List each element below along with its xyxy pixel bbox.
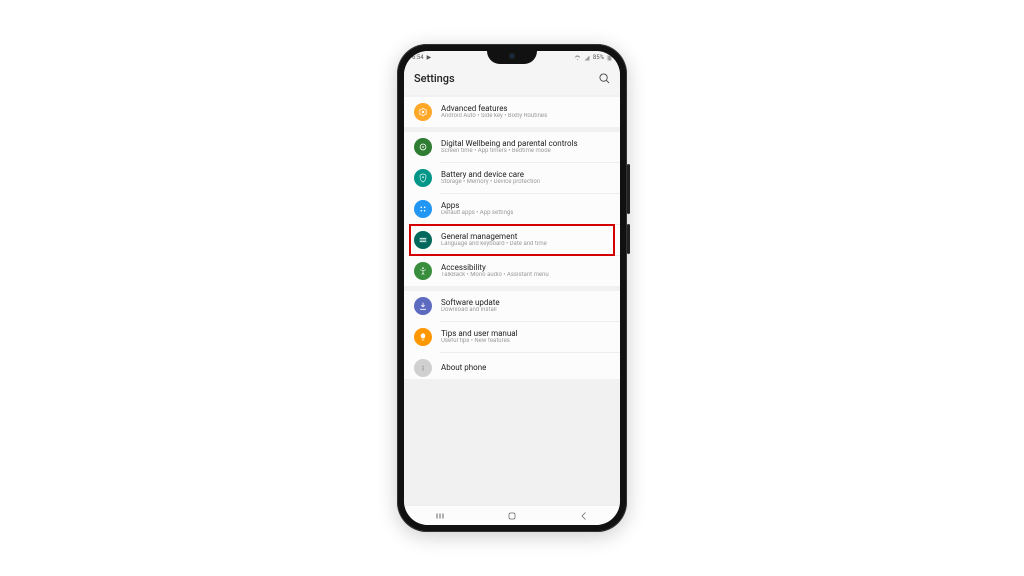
row-sub: Useful tips • New features: [441, 338, 518, 345]
row-digital-wellbeing[interactable]: Digital Wellbeing and parental controls …: [404, 132, 620, 162]
row-sub: Android Auto • Side key • Bixby Routines: [441, 113, 547, 120]
row-sub: Download and install: [441, 307, 500, 314]
search-icon[interactable]: [599, 73, 610, 84]
row-sub: Storage • Memory • Device protection: [441, 179, 540, 186]
screen: 6:54 ▶ 85% Settings: [404, 51, 620, 525]
settings-header: Settings: [404, 64, 620, 95]
row-title: Battery and device care: [441, 170, 540, 179]
notch: [487, 51, 537, 64]
phone-frame: 6:54 ▶ 85% Settings: [397, 44, 627, 532]
volume-button: [627, 164, 630, 214]
about-phone-icon: [414, 359, 432, 377]
software-update-icon: [414, 297, 432, 315]
play-icon: ▶: [427, 54, 432, 61]
row-battery-device-care[interactable]: Battery and device care Storage • Memory…: [404, 163, 620, 193]
digital-wellbeing-icon: [414, 138, 432, 156]
row-sub: TalkBack • Mono audio • Assistant menu: [441, 272, 549, 279]
recent-apps-icon[interactable]: [434, 510, 446, 522]
device-care-icon: [414, 169, 432, 187]
page-title: Settings: [414, 72, 455, 85]
row-apps[interactable]: Apps Default apps • App settings: [404, 194, 620, 224]
row-title: Accessibility: [441, 263, 549, 272]
row-accessibility[interactable]: Accessibility TalkBack • Mono audio • As…: [404, 256, 620, 286]
power-button: [627, 224, 630, 254]
back-icon[interactable]: [578, 510, 590, 522]
row-title: Digital Wellbeing and parental controls: [441, 139, 578, 148]
general-management-icon: [414, 231, 432, 249]
row-title: Tips and user manual: [441, 329, 518, 338]
row-general-management[interactable]: General management Language and keyboard…: [404, 225, 620, 255]
row-title: About phone: [441, 363, 486, 372]
settings-list: Advanced features Android Auto • Side ke…: [404, 95, 620, 505]
row-sub: Language and keyboard • Date and time: [441, 241, 547, 248]
accessibility-icon: [414, 262, 432, 280]
signal-icon: [584, 55, 590, 61]
row-title: General management: [441, 232, 547, 241]
row-title: Software update: [441, 298, 500, 307]
battery-label: 85%: [593, 54, 604, 61]
row-software-update[interactable]: Software update Download and install: [404, 291, 620, 321]
status-time: 6:54: [412, 54, 424, 61]
wifi-icon: [574, 55, 581, 61]
row-tips-manual[interactable]: Tips and user manual Useful tips • New f…: [404, 322, 620, 352]
home-icon[interactable]: [506, 510, 518, 522]
nav-bar: [404, 505, 620, 525]
row-sub: Default apps • App settings: [441, 210, 513, 217]
apps-icon: [414, 200, 432, 218]
row-title: Apps: [441, 201, 513, 210]
row-title: Advanced features: [441, 104, 547, 113]
tips-icon: [414, 328, 432, 346]
battery-icon: [607, 54, 612, 61]
row-sub: Screen time • App timers • Bedtime mode: [441, 148, 578, 155]
advanced-features-icon: [414, 103, 432, 121]
row-advanced-features[interactable]: Advanced features Android Auto • Side ke…: [404, 97, 620, 127]
row-about-phone[interactable]: About phone: [404, 353, 620, 379]
